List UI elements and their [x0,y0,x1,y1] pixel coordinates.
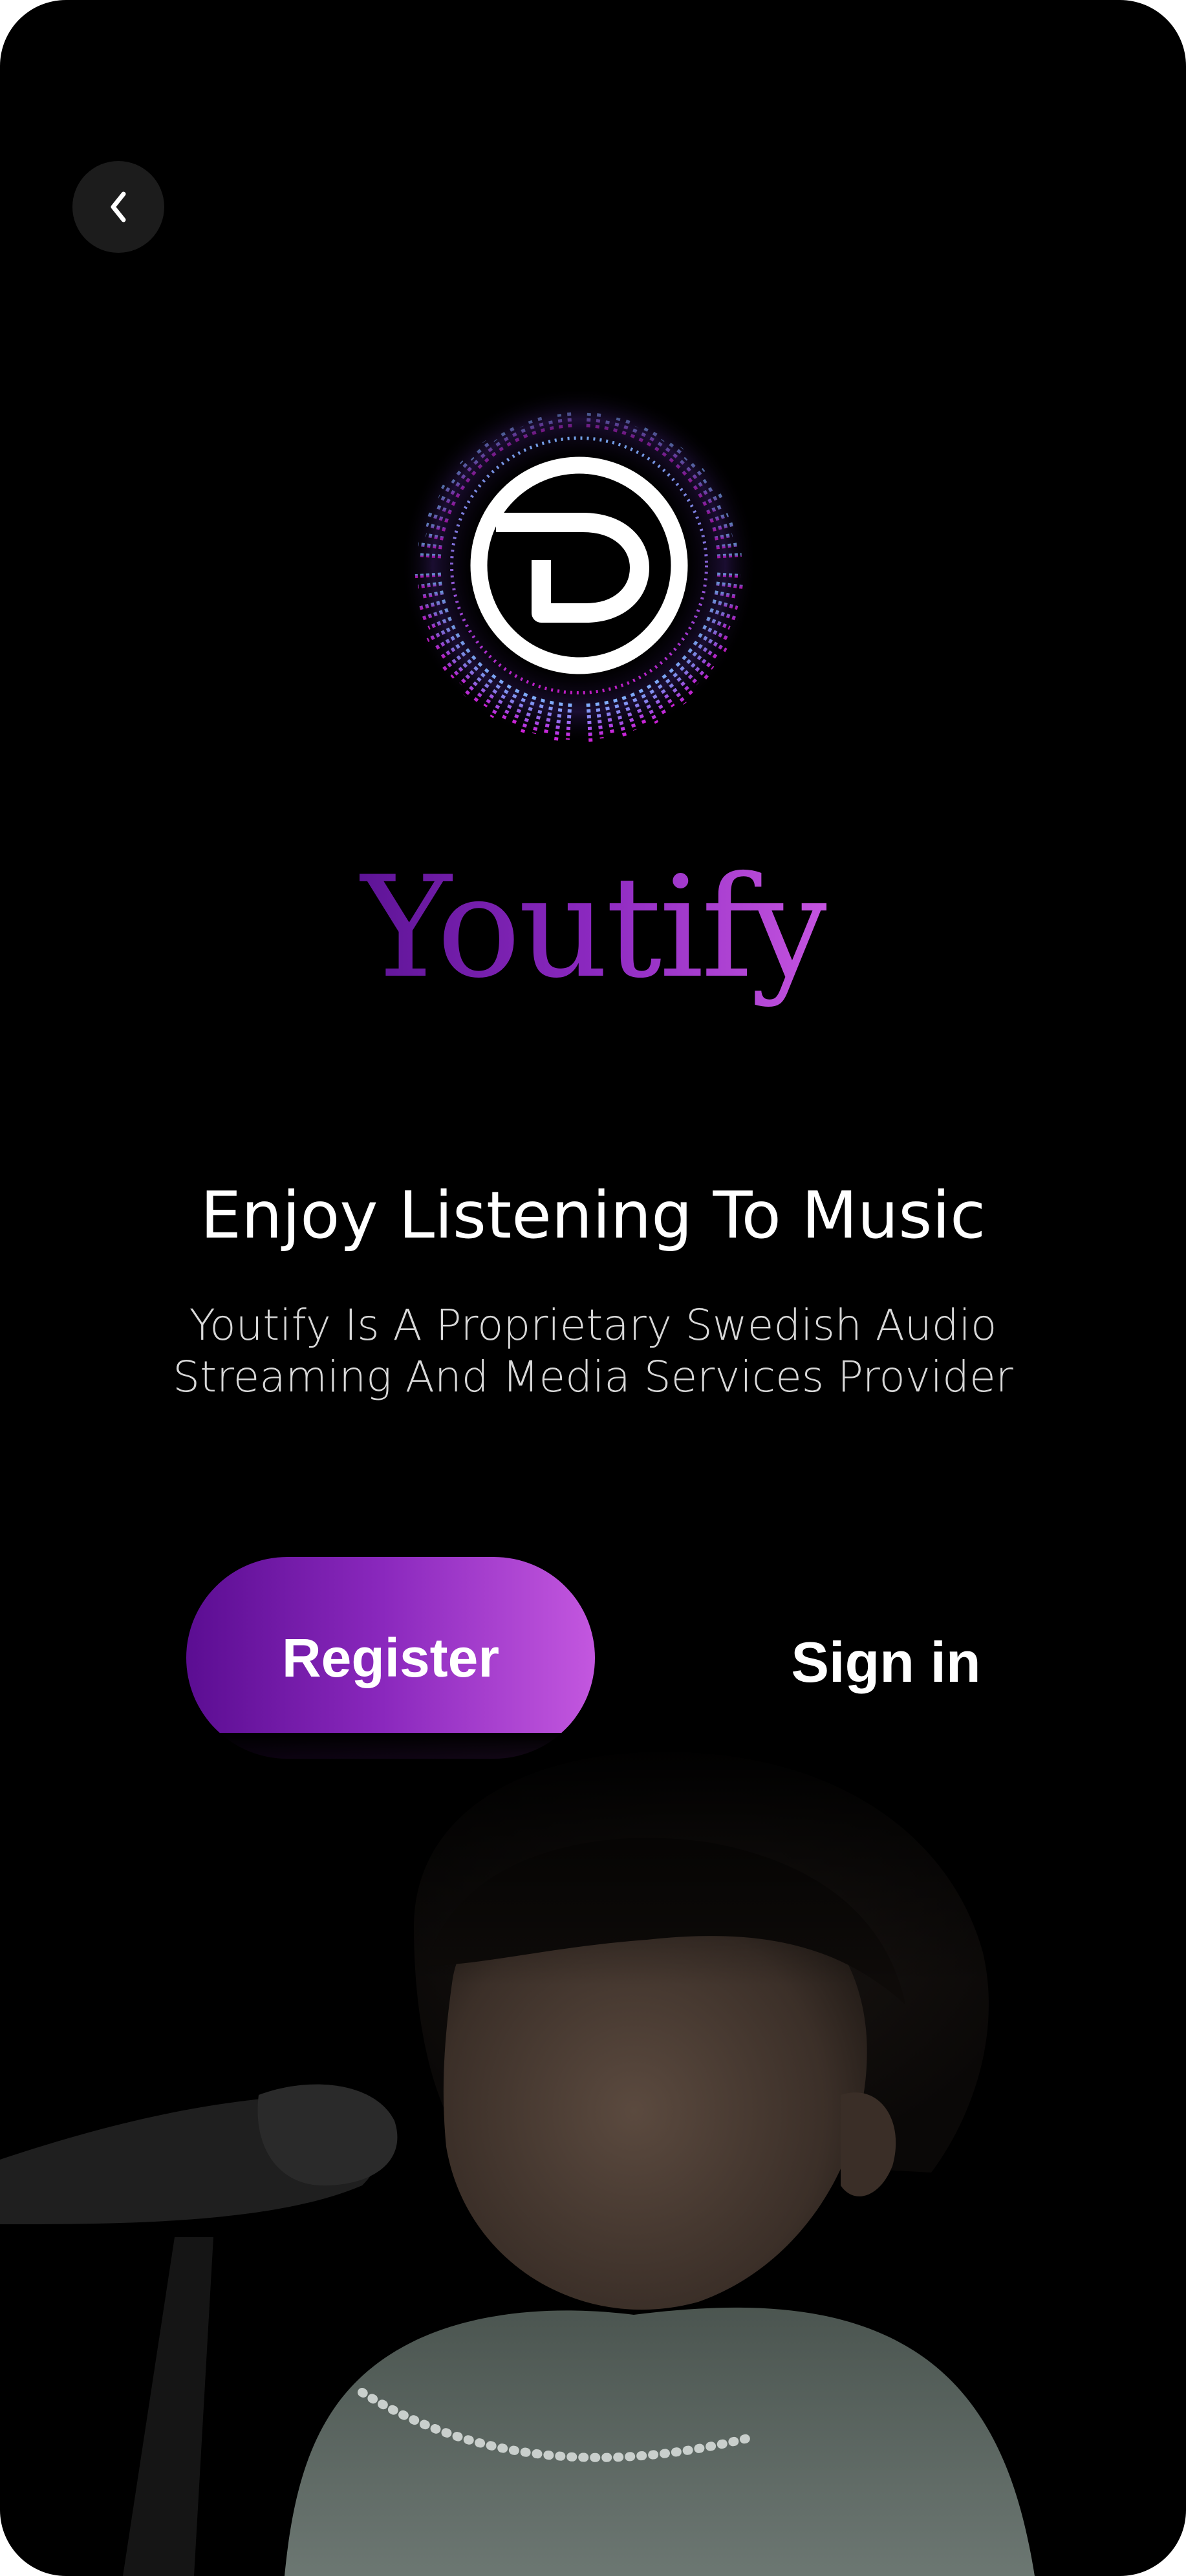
singer-photo [0,1733,1186,2576]
sign-in-button[interactable]: Sign in [770,1620,1002,1704]
back-button[interactable] [72,161,164,253]
youtify-logo [400,387,758,744]
equalizer-tick [557,414,563,429]
subtitle-line: Streaming And Media Services Provider [173,1352,1013,1402]
welcome-screen: Youtify Enjoy Listening To Music Youtify… [0,0,1186,2576]
headline: Enjoy Listening To Music [200,1177,986,1253]
register-button[interactable]: Register [186,1557,595,1759]
equalizer-tick [566,410,572,428]
subtitle-line: Youtify Is A Proprietary Swedish Audio [189,1300,997,1350]
equalizer-tick [595,411,601,429]
brand-name: Youtify [359,846,830,1009]
subtitle: Youtify Is A Proprietary Swedish Audio S… [0,1300,1186,1403]
chevron-left-icon [111,191,126,222]
